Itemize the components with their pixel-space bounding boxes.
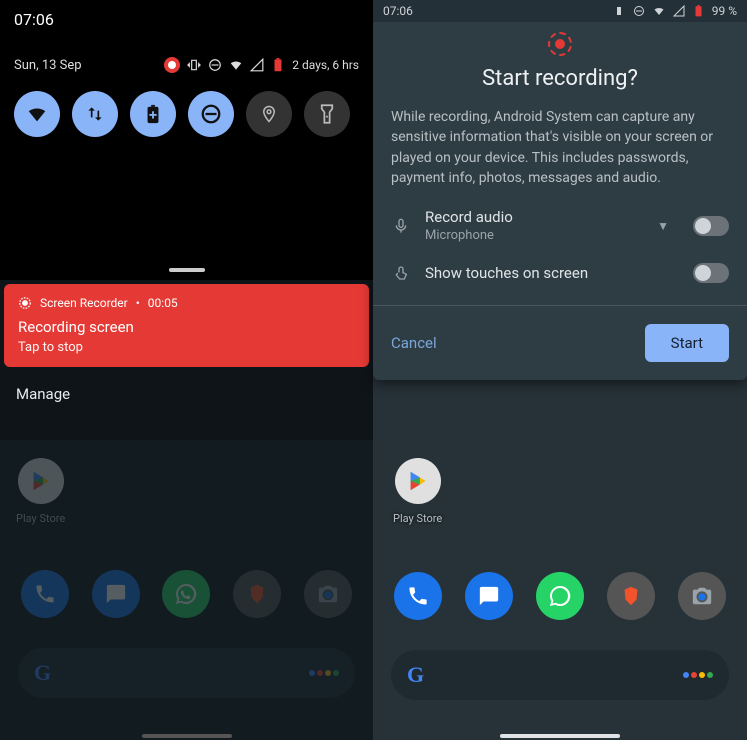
qs-dnd[interactable] (188, 91, 234, 137)
record-audio-label: Record audio (425, 208, 513, 226)
google-search-bar[interactable]: G (391, 650, 729, 700)
dock (10, 570, 363, 618)
battery-status-icon (692, 4, 706, 18)
camera-app[interactable] (304, 570, 352, 618)
screen-recorder-notification[interactable]: Screen Recorder • 00:05 Recording screen… (4, 284, 369, 367)
vibrate-icon (187, 58, 201, 72)
qs-wifi[interactable] (14, 91, 60, 137)
record-audio-toggle[interactable] (693, 216, 729, 236)
show-touches-toggle[interactable] (693, 263, 729, 283)
battery-duration: 2 days, 6 hrs (292, 58, 359, 72)
wifi-status-icon (229, 58, 243, 72)
dialog-body-text: While recording, Android System can capt… (391, 107, 729, 188)
phone-app[interactable] (21, 570, 69, 618)
play-store-app[interactable]: Play Store (16, 458, 65, 525)
battery-percentage: 99 % (712, 4, 737, 18)
phone-app[interactable] (394, 572, 442, 620)
show-touches-label: Show touches on screen (425, 264, 588, 282)
qs-battery-saver[interactable] (130, 91, 176, 137)
dropdown-icon[interactable]: ▼ (657, 219, 669, 233)
battery-status-icon (271, 58, 285, 72)
assistant-icon[interactable] (309, 670, 339, 676)
left-screenshot: Play Store G 07:06 Sun, 13 Sep (0, 0, 373, 740)
google-search-bar[interactable]: G (18, 648, 355, 698)
vibrate-icon (612, 4, 626, 18)
whatsapp-app[interactable] (162, 570, 210, 618)
qs-flashlight[interactable] (304, 91, 350, 137)
touch-icon (391, 263, 411, 283)
record-audio-row[interactable]: Record audio Microphone ▼ (391, 208, 729, 243)
play-store-app[interactable]: Play Store (393, 458, 442, 525)
manage-button[interactable]: Manage (0, 367, 373, 421)
start-recording-dialog: 07:06 99 % Start recording? While record… (373, 0, 747, 380)
recording-indicator-icon (164, 57, 180, 73)
assistant-icon[interactable] (683, 672, 713, 678)
dialog-title: Start recording? (391, 66, 729, 91)
recorder-notif-app: Screen Recorder (40, 296, 128, 310)
show-touches-row[interactable]: Show touches on screen (391, 263, 729, 283)
shade-handle[interactable] (169, 268, 205, 272)
mic-icon (391, 217, 411, 235)
play-store-label: Play Store (16, 512, 65, 525)
record-audio-source: Microphone (425, 228, 513, 243)
dock (383, 572, 737, 620)
signal-status-icon (250, 58, 264, 72)
brave-app[interactable] (607, 572, 655, 620)
right-screenshot: Play Store G 07:06 99 % (373, 0, 747, 740)
status-icons: 2 days, 6 hrs (164, 57, 359, 73)
play-store-icon (18, 458, 64, 504)
recorder-notif-time: 00:05 (148, 296, 178, 310)
recorder-notif-icon (18, 296, 32, 310)
status-time: 07:06 (383, 4, 413, 18)
quick-settings-row (0, 73, 373, 137)
recording-icon (548, 32, 572, 56)
gesture-nav-bar[interactable] (500, 734, 620, 738)
wifi-status-icon (652, 4, 666, 18)
recorder-notif-title: Recording screen (18, 318, 355, 336)
camera-app[interactable] (678, 572, 726, 620)
dim-overlay (0, 440, 373, 740)
google-g-icon: G (34, 660, 51, 686)
date: Sun, 13 Sep (14, 58, 82, 73)
gesture-nav-bar[interactable] (142, 734, 232, 738)
messages-app[interactable] (465, 572, 513, 620)
status-bar: 07:06 99 % (373, 0, 747, 22)
play-store-label: Play Store (393, 512, 442, 525)
brave-app[interactable] (233, 570, 281, 618)
notification-shade[interactable]: 07:06 Sun, 13 Sep 2 days, 6 hrs (0, 0, 373, 280)
start-button[interactable]: Start (645, 324, 729, 362)
cancel-button[interactable]: Cancel (391, 334, 437, 352)
google-g-icon: G (407, 662, 424, 688)
whatsapp-app[interactable] (536, 572, 584, 620)
dnd-status-icon (208, 58, 222, 72)
play-store-icon (395, 458, 441, 504)
messages-app[interactable] (92, 570, 140, 618)
qs-data[interactable] (72, 91, 118, 137)
qs-location[interactable] (246, 91, 292, 137)
recorder-notif-subtitle: Tap to stop (18, 340, 355, 355)
clock: 07:06 (0, 0, 373, 29)
dnd-status-icon (632, 4, 646, 18)
signal-status-icon (672, 4, 686, 18)
